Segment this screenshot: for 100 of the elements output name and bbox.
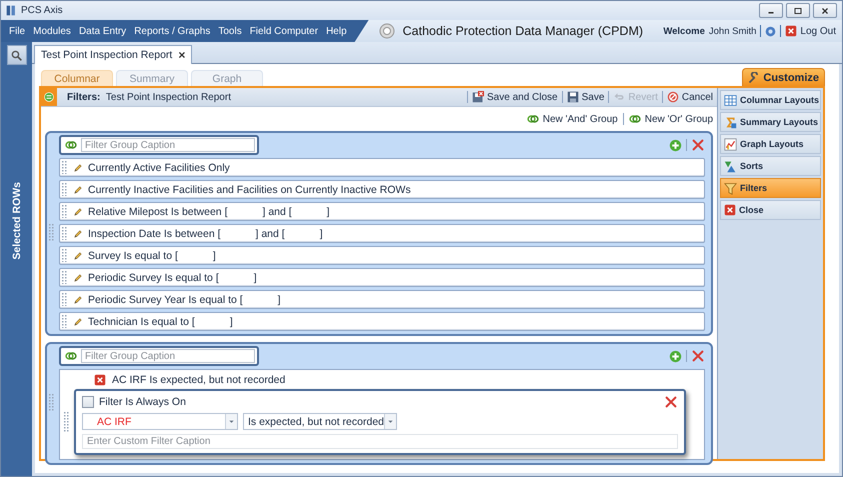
sidebar-item[interactable]: Summary Layouts [720, 112, 821, 132]
filter-row[interactable]: Technician Is equal to [ ] [59, 312, 705, 331]
save-icon [566, 91, 579, 103]
panel-title: Test Point Inspection Report [106, 92, 231, 102]
close-button[interactable] [813, 3, 837, 18]
menu-item[interactable]: Field Computer [246, 26, 322, 36]
caption-field[interactable]: Enter Custom Filter Caption [82, 434, 678, 449]
funnel-icon [724, 182, 737, 194]
save-icon [472, 91, 484, 103]
filter-text: Currently Active Facilities Only [88, 162, 230, 174]
menu-item[interactable]: Tools [214, 26, 246, 36]
filter-text: Periodic Survey Year Is equal to [ ] [88, 294, 281, 306]
toolbar-button[interactable]: Save [562, 91, 608, 103]
pencil-icon [73, 206, 83, 216]
filter-row[interactable]: Currently Inactive Facilities and Facilities on Currently Inactive ROWs [59, 180, 705, 199]
drag-handle-icon[interactable] [62, 227, 68, 240]
pencil-icon [73, 294, 83, 304]
collapse-icon [44, 92, 54, 102]
link-rings-icon [628, 113, 641, 125]
pencil-icon [73, 250, 83, 260]
user-name: John Smith [708, 26, 756, 36]
link-rings-icon [65, 139, 77, 151]
drag-handle-icon[interactable] [62, 183, 68, 196]
side-panel-label[interactable]: Selected ROWs [10, 182, 22, 360]
filter-row[interactable]: Relative Milepost Is between [ ] and [ ] [59, 202, 705, 221]
caret-icon [387, 418, 394, 425]
chart-icon [724, 138, 737, 150]
caret-icon [228, 418, 235, 425]
grid-icon [724, 94, 737, 106]
delete-icon [664, 395, 678, 409]
drag-handle-icon[interactable] [62, 293, 68, 306]
operator-dropdown[interactable]: Is expected, but not recorded [243, 413, 397, 430]
search-button[interactable] [6, 45, 26, 65]
panel-tab[interactable] [41, 88, 57, 106]
cancel-icon [666, 91, 679, 103]
close-icon [821, 6, 829, 14]
panel-heading: Filters: [67, 92, 100, 102]
gear-ring-icon [378, 23, 395, 39]
drag-handle-icon[interactable] [62, 161, 68, 174]
welcome-label: Welcome [663, 26, 705, 36]
toolbar-button[interactable]: Cancel [662, 91, 717, 103]
checkbox[interactable] [82, 396, 94, 408]
menu-item[interactable]: Help [322, 26, 351, 36]
add-icon [669, 350, 682, 362]
filter-text: Periodic Survey Is equal to [ ] [88, 272, 257, 284]
sidebar-item[interactable]: Filters [720, 178, 821, 198]
link-rings-icon [65, 350, 77, 362]
checkbox-label: Filter Is Always On [99, 396, 186, 408]
document-tab[interactable]: Test Point Inspection Report × [34, 45, 192, 64]
help-icon [765, 26, 776, 36]
caption-field[interactable]: Filter Group Caption [81, 349, 255, 363]
search-icon [11, 50, 22, 60]
filter-text: Currently Inactive Facilities and Facilities on Currently Inactive ROWs [88, 184, 411, 196]
menu-item[interactable]: Data Entry [74, 26, 130, 36]
sidebar-item[interactable]: Sorts [720, 156, 821, 176]
new-group-link[interactable]: New 'Or' Group [628, 113, 713, 125]
field-dropdown[interactable]: AC IRF [82, 413, 238, 430]
close-icon [785, 25, 798, 37]
minimize-button[interactable] [759, 3, 783, 18]
add-icon [669, 138, 682, 152]
filter-row[interactable]: Survey Is equal to [ ] [59, 246, 705, 265]
drag-handle-icon[interactable] [62, 315, 68, 328]
close-icon [94, 374, 106, 386]
sidebar-item[interactable]: Columnar Layouts [720, 90, 821, 110]
drag-handle-icon[interactable] [64, 412, 70, 432]
filter-text: Relative Milepost Is between [ ] and [ ] [88, 206, 330, 218]
drag-handle-icon[interactable] [49, 394, 55, 412]
maximize-button[interactable] [786, 3, 810, 18]
drag-handle-icon[interactable] [62, 205, 68, 218]
menu-item[interactable]: Reports / Graphs [130, 26, 214, 36]
drag-handle-icon[interactable] [49, 224, 55, 242]
filter-text: Inspection Date Is between [ ] and [ ] [88, 228, 323, 240]
customize-button[interactable]: Customize [742, 68, 825, 86]
filter-row[interactable]: Currently Active Facilities Only [59, 158, 705, 177]
app-logo-icon [6, 5, 17, 16]
filter-row[interactable]: Inspection Date Is between [ ] and [ ] [59, 224, 705, 243]
pencil-icon [73, 162, 83, 172]
drag-handle-icon[interactable] [62, 249, 68, 262]
toolbar-button[interactable]: Save and Close [468, 91, 562, 103]
filter-text: Survey Is equal to [ ] [88, 250, 216, 262]
maximize-icon [794, 6, 802, 14]
filter-text: AC IRF Is expected, but not recorded [112, 374, 286, 386]
menu-item[interactable]: Modules [29, 26, 75, 36]
new-group-link[interactable]: New 'And' Group [526, 113, 618, 125]
drag-handle-icon[interactable] [62, 271, 68, 284]
pencil-icon [73, 272, 83, 282]
filter-row[interactable]: Periodic Survey Year Is equal to [ ] [59, 290, 705, 309]
sidebar-item[interactable]: Graph Layouts [720, 134, 821, 154]
pencil-icon [73, 316, 83, 326]
close-icon [724, 204, 736, 216]
filter-row[interactable]: Periodic Survey Is equal to [ ] [59, 268, 705, 287]
sidebar-item[interactable]: Close [720, 200, 821, 220]
logout-button[interactable]: Log Out [785, 25, 836, 37]
app-title: Cathodic Protection Data Manager (CPDM) [402, 24, 644, 38]
delete-icon [691, 349, 705, 363]
tab-close-button[interactable]: × [178, 48, 186, 62]
menu-item[interactable]: File [5, 26, 30, 36]
caption-field[interactable]: Filter Group Caption [81, 138, 255, 152]
delete-icon [691, 138, 705, 152]
filter-text: Technician Is equal to [ ] [88, 316, 233, 328]
